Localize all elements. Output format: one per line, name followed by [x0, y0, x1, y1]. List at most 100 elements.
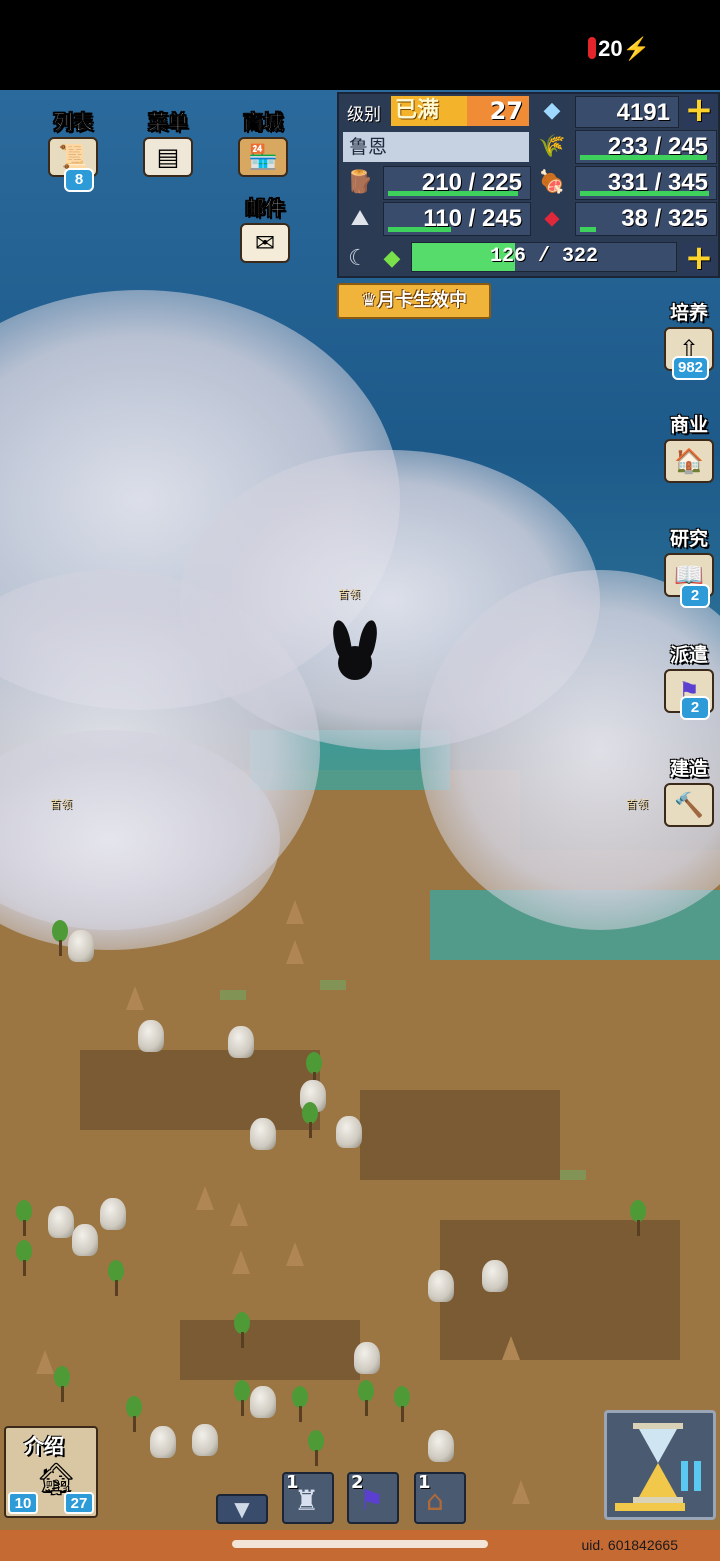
- queue-slot-flag[interactable]: 2 ⚑: [347, 1472, 399, 1524]
- dispatch-badge: 2: [680, 696, 710, 720]
- tree: [14, 1200, 34, 1236]
- wood-icon: 🪵: [346, 170, 374, 195]
- add-experience-button[interactable]: +: [682, 241, 716, 276]
- monthly-card-badge[interactable]: ♛月卡生效中: [337, 283, 491, 319]
- intro-right-count: 27: [64, 1492, 94, 1514]
- list-label: 列表: [53, 110, 94, 135]
- tree: [232, 1312, 252, 1348]
- monthly-card-label: 月卡生效中: [377, 290, 468, 311]
- meat-counter: 331 / 345: [575, 166, 717, 200]
- rock: [336, 1116, 362, 1148]
- mail-button[interactable]: 邮件 ✉: [230, 192, 300, 263]
- signboard-icon: ▤: [143, 137, 193, 177]
- boss-label: 首领: [626, 798, 648, 811]
- queue-slot-tower[interactable]: 1 ♜: [282, 1472, 334, 1524]
- termite-mound: [502, 1336, 520, 1360]
- flag-icon: ⚑: [359, 1484, 385, 1517]
- build-label: 建造: [669, 758, 708, 780]
- charging-icon: ⚡: [622, 36, 650, 61]
- gem-value: 38 / 325: [621, 205, 708, 232]
- grass-patch: [560, 1170, 586, 1180]
- research-button[interactable]: 研究 📖 2: [658, 524, 720, 608]
- tree: [392, 1386, 412, 1422]
- food-bar: [580, 155, 707, 160]
- wood-bar: [388, 191, 518, 196]
- envelope-icon: ✉: [240, 223, 290, 263]
- user-id: uid. 601842665: [581, 1537, 678, 1553]
- menu-label: 菜单: [148, 110, 189, 135]
- add-diamonds-button[interactable]: +: [682, 93, 716, 128]
- land-tile: [440, 1220, 680, 1360]
- exp-gem-icon: ◆: [383, 246, 401, 271]
- tree: [124, 1396, 144, 1432]
- status-bar: 20⚡: [0, 0, 720, 90]
- grass-patch: [220, 990, 246, 1000]
- moon-icon: ☾: [348, 246, 368, 271]
- termite-mound: [512, 1480, 530, 1504]
- cultivate-button[interactable]: 培养 ⇧ 982: [658, 298, 720, 380]
- tree: [356, 1380, 376, 1416]
- dispatch-button[interactable]: 派遣 ⚑ 2: [658, 640, 720, 720]
- level-status: 已满: [391, 96, 467, 126]
- boss-silhouette-icon[interactable]: [330, 618, 380, 682]
- tree: [106, 1260, 126, 1296]
- list-button[interactable]: 列表 📜 8: [38, 106, 108, 192]
- speed-progress-bar: [615, 1503, 685, 1511]
- grass-patch: [320, 980, 346, 990]
- rock: [192, 1424, 218, 1456]
- ore-bar: [388, 227, 451, 232]
- experience-value: 126 / 322: [489, 245, 599, 268]
- ore-counter: 110 / 245: [383, 202, 531, 236]
- battery-icon: [588, 37, 597, 59]
- land-tile: [360, 1090, 560, 1180]
- pause-icon: [681, 1461, 703, 1491]
- list-badge: 8: [64, 168, 94, 192]
- rock: [250, 1118, 276, 1150]
- rock: [68, 930, 94, 962]
- build-button[interactable]: 建造 🔨: [658, 754, 720, 827]
- level-label: 级别: [347, 105, 381, 125]
- tree: [290, 1386, 310, 1422]
- queue-slot-cave[interactable]: 1 ⌂: [414, 1472, 466, 1524]
- business-button[interactable]: 商业 🏠: [658, 410, 720, 483]
- diamond-counter: 4191: [575, 96, 679, 128]
- battery-indicator: 20⚡: [588, 36, 650, 62]
- diamond-icon: ◆: [543, 98, 561, 123]
- research-badge: 2: [680, 584, 710, 608]
- home-indicator[interactable]: [232, 1540, 488, 1548]
- player-name: 鲁恩: [343, 132, 529, 162]
- tree: [306, 1430, 326, 1466]
- rock: [428, 1430, 454, 1462]
- intro-label: 介绍: [24, 1434, 64, 1458]
- land-tile: [80, 1050, 320, 1130]
- hourglass-icon: [633, 1423, 683, 1503]
- battery-level: 20: [598, 36, 623, 61]
- speed-button[interactable]: [604, 1410, 716, 1520]
- rock: [250, 1386, 276, 1418]
- gem-counter: 38 / 325: [575, 202, 717, 236]
- collapse-button[interactable]: ▼: [216, 1494, 268, 1524]
- termite-mound: [232, 1250, 250, 1274]
- red-gem-icon: ⬥: [544, 206, 560, 231]
- tower-icon: ♜: [294, 1484, 320, 1517]
- rock: [228, 1026, 254, 1058]
- rock: [48, 1206, 74, 1238]
- house-icon: 🏠: [664, 439, 714, 483]
- rock: [428, 1270, 454, 1302]
- dispatch-label: 派遣: [669, 644, 708, 666]
- termite-mound: [126, 986, 144, 1010]
- rock: [72, 1224, 98, 1256]
- tree: [52, 1366, 72, 1402]
- meat-icon: 🍖: [538, 170, 566, 195]
- chevron-down-icon: ▼: [234, 1497, 250, 1521]
- shop-button[interactable]: 商城 🏪: [228, 106, 298, 177]
- cultivate-label: 培养: [669, 302, 708, 324]
- shop-label: 商城: [243, 110, 284, 135]
- crown-icon: ♛: [360, 290, 378, 311]
- food-counter: 233 / 245: [575, 130, 717, 164]
- menu-button[interactable]: 菜单 ▤: [133, 106, 203, 177]
- intro-button[interactable]: 介绍 🏚 10 27: [4, 1426, 98, 1518]
- rock: [138, 1020, 164, 1052]
- diamond-value: 4191: [616, 99, 670, 126]
- tree: [14, 1240, 34, 1276]
